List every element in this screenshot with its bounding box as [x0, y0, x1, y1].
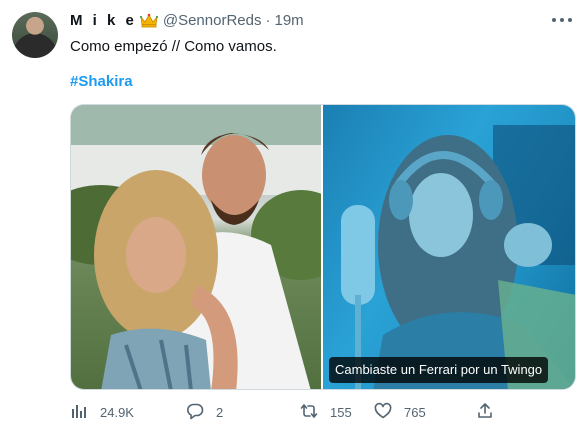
author-handle[interactable]: @SennorReds: [163, 12, 262, 29]
views-icon: [70, 402, 88, 423]
tweet-text: Como empezó // Como vamos.: [70, 38, 277, 55]
tweet: M i k e @SennorReds · 19m Como empezó //…: [0, 0, 588, 431]
couple-photo[interactable]: [71, 105, 321, 389]
tweet-timestamp[interactable]: 19m: [274, 12, 303, 29]
tweet-header: M i k e @SennorReds · 19m: [70, 10, 304, 30]
views-count: 24.9K: [100, 404, 134, 420]
reply-action[interactable]: 2: [186, 400, 223, 424]
hashtag-link[interactable]: #Shakira: [70, 72, 133, 92]
retweet-action[interactable]: 155: [300, 400, 352, 424]
singer-photo[interactable]: Cambiaste un Ferrari por un Twingo: [323, 105, 575, 389]
more-options-icon[interactable]: [552, 12, 572, 28]
avatar[interactable]: [12, 12, 58, 58]
retweet-icon: [300, 402, 318, 423]
reply-count: 2: [216, 404, 224, 420]
separator-dot: ·: [265, 11, 271, 29]
video-caption: Cambiaste un Ferrari por un Twingo: [329, 357, 549, 383]
retweet-count: 155: [330, 404, 352, 420]
reply-icon: [186, 402, 204, 423]
tweet-media: Cambiaste un Ferrari por un Twingo: [70, 104, 576, 390]
views-action[interactable]: 24.9K: [70, 400, 134, 424]
heart-icon: [374, 402, 392, 423]
author-display-name[interactable]: M i k e: [70, 12, 137, 29]
tweet-actions: 24.9K 2 155 765: [70, 400, 576, 424]
crown-icon: [139, 12, 159, 28]
like-action[interactable]: 765: [374, 400, 426, 424]
like-count: 765: [404, 404, 426, 420]
share-icon: [476, 402, 494, 423]
share-action[interactable]: [476, 400, 494, 424]
